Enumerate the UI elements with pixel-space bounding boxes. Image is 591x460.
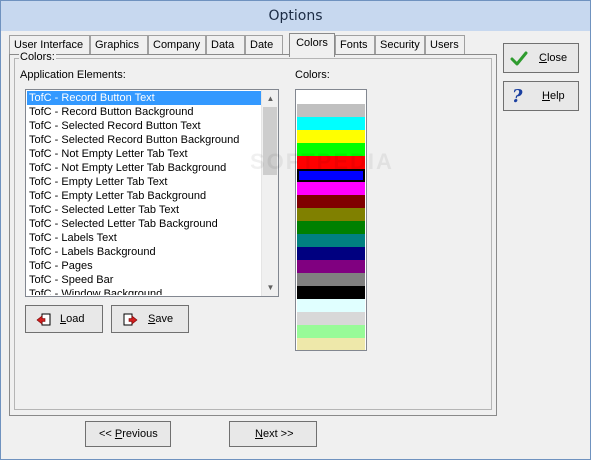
list-item[interactable]: TofC - Pages [27,259,262,273]
list-item[interactable]: TofC - Record Button Background [27,105,262,119]
application-elements-items: TofC - Record Button Text TofC - Record B… [27,91,262,295]
tab-data[interactable]: Data [206,35,245,55]
list-item[interactable]: TofC - Record Button Text [27,91,262,105]
color-swatch[interactable] [297,91,365,104]
color-swatch[interactable] [297,299,365,312]
scroll-up-arrow-icon[interactable]: ▲ [262,90,278,107]
color-swatch[interactable] [297,169,365,182]
color-swatch[interactable] [297,247,365,260]
color-swatch[interactable] [297,182,365,195]
previous-button[interactable]: << Previous [85,421,171,447]
list-item[interactable]: TofC - Window Background [27,287,262,295]
help-button-label: Help [542,90,565,102]
list-item[interactable]: TofC - Empty Letter Tab Text [27,175,262,189]
color-swatch[interactable] [297,208,365,221]
tab-date[interactable]: Date [245,35,283,55]
colors-tab-panel: SOFTPEDIA Colors: Application Elements: … [9,51,497,416]
color-swatch[interactable] [297,312,365,325]
options-window: Options User Interface Graphics Company … [0,0,591,460]
tab-fonts[interactable]: Fonts [335,35,375,55]
elements-vertical-scrollbar[interactable]: ▲ ▼ [261,90,278,296]
help-button[interactable]: ? Help [503,81,579,111]
color-swatch[interactable] [297,156,365,169]
color-swatch[interactable] [297,221,365,234]
color-swatch[interactable] [297,286,365,299]
scroll-thumb[interactable] [263,107,277,175]
checkmark-icon [510,50,528,71]
load-button-label: Load [60,313,85,325]
list-item[interactable]: TofC - Speed Bar [27,273,262,287]
scroll-down-arrow-icon[interactable]: ▼ [262,279,278,296]
save-button[interactable]: Save [111,305,189,333]
close-button-label: Close [539,52,568,64]
color-swatch[interactable] [297,325,365,338]
color-swatch[interactable] [297,338,365,350]
load-button[interactable]: Load [25,305,103,333]
colors-group: Colors: Application Elements: Colors: To… [14,51,492,410]
color-swatch[interactable] [297,260,365,273]
close-button[interactable]: Close [503,43,579,73]
list-item[interactable]: TofC - Labels Background [27,245,262,259]
save-button-label: Save [148,313,174,325]
application-elements-list[interactable]: TofC - Record Button Text TofC - Record B… [25,89,279,297]
color-swatch[interactable] [297,195,365,208]
color-swatch[interactable] [297,273,365,286]
save-file-icon [122,312,138,331]
application-elements-label: Application Elements: [20,69,126,81]
list-item[interactable]: TofC - Not Empty Letter Tab Background [27,161,262,175]
tab-company[interactable]: Company [148,35,206,55]
tab-graphics[interactable]: Graphics [90,35,148,55]
list-item[interactable]: TofC - Empty Letter Tab Background [27,189,262,203]
color-swatch-list[interactable] [295,89,367,351]
list-item[interactable]: TofC - Labels Text [27,231,262,245]
list-item[interactable]: TofC - Selected Letter Tab Background [27,217,262,231]
color-swatch[interactable] [297,117,365,130]
list-item[interactable]: TofC - Selected Record Button Text [27,119,262,133]
color-swatch[interactable] [297,143,365,156]
next-button-label: Next >> [255,428,294,440]
tab-security[interactable]: Security [375,35,425,55]
list-item[interactable]: TofC - Selected Letter Tab Text [27,203,262,217]
color-swatch[interactable] [297,104,365,117]
previous-button-label: << Previous [99,428,158,440]
colors-list-label: Colors: [295,69,330,81]
help-question-icon: ? [512,86,523,107]
next-button[interactable]: Next >> [229,421,317,447]
colors-group-label: Colors: [19,51,56,63]
dialog-client-area: User Interface Graphics Company Data Dat… [7,31,584,455]
tab-colors[interactable]: Colors [289,33,335,57]
window-title: Options [1,1,590,31]
list-item[interactable]: TofC - Not Empty Letter Tab Text [27,147,262,161]
load-file-icon [36,312,52,331]
list-item[interactable]: TofC - Selected Record Button Background [27,133,262,147]
tab-users[interactable]: Users [425,35,465,55]
color-swatch[interactable] [297,130,365,143]
color-swatch[interactable] [297,234,365,247]
